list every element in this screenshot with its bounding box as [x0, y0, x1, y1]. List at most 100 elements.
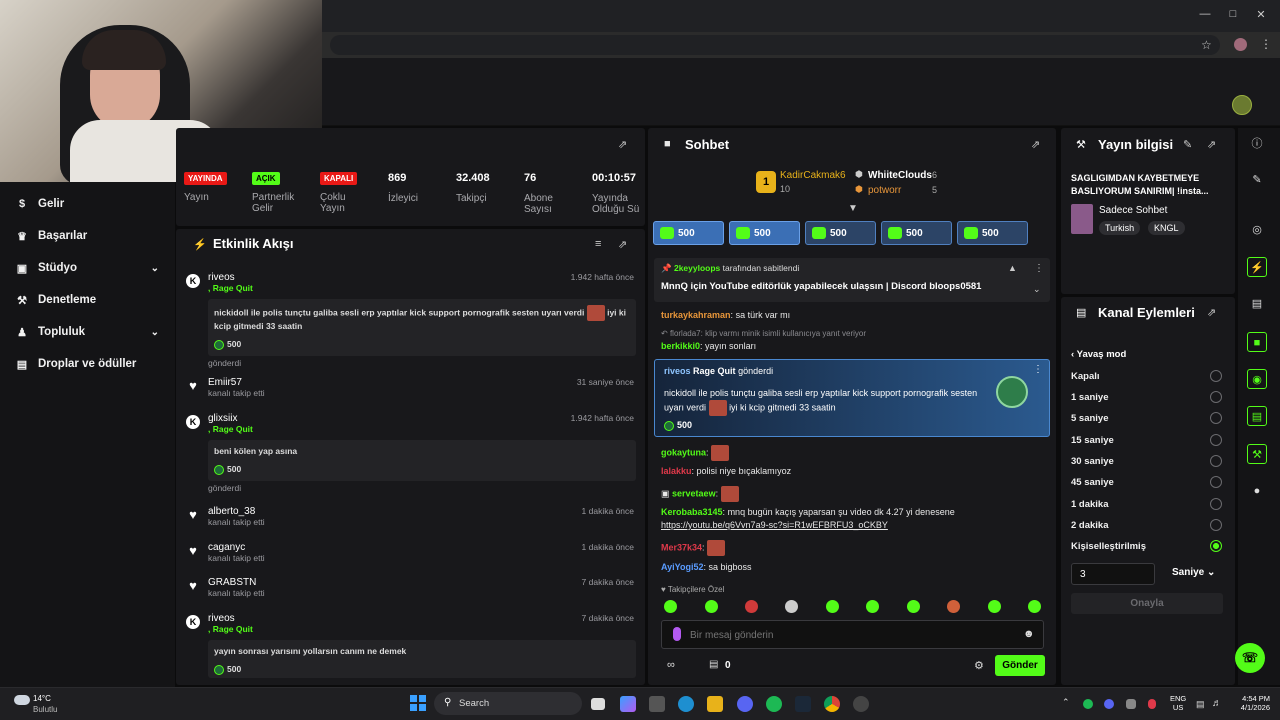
leader-name[interactable]: KadirCakmak6 — [780, 170, 846, 181]
broadcast-icon[interactable]: ◉ — [1247, 369, 1267, 389]
tray-discord-icon[interactable] — [1104, 699, 1114, 709]
volume-icon[interactable]: ♬ — [1212, 698, 1222, 709]
address-bar[interactable] — [330, 35, 1220, 55]
popout-icon[interactable]: ⇗ — [1031, 138, 1040, 151]
chat-settings-icon[interactable]: ∞ — [667, 659, 675, 671]
sidebar-item-gelir[interactable]: $ Gelir — [16, 194, 64, 214]
weather-temp[interactable]: 14°C — [33, 694, 51, 703]
unpin-icon[interactable]: ▲ — [1008, 263, 1017, 273]
stream-tag[interactable]: KNGL — [1148, 221, 1185, 235]
event-username[interactable]: riveos — [208, 613, 636, 624]
event-username[interactable]: caganyc — [208, 542, 636, 553]
slow-mode-option[interactable]: 5 saniye — [1071, 413, 1109, 424]
chrome-icon[interactable] — [824, 696, 840, 712]
leader-name[interactable]: potworr — [868, 185, 901, 196]
task-view-icon[interactable] — [591, 698, 605, 710]
steam-icon[interactable] — [795, 696, 811, 712]
slow-mode-option[interactable]: 1 dakika — [1071, 499, 1109, 510]
stream-info-icon[interactable]: ▤ — [1247, 406, 1267, 426]
lightning-icon[interactable]: ⚡ — [1247, 257, 1267, 277]
radio-button[interactable] — [1210, 391, 1222, 403]
emoji-icon[interactable]: ☻ — [1023, 628, 1035, 640]
store-icon[interactable] — [649, 696, 665, 712]
popout-icon[interactable]: ⇗ — [1207, 306, 1216, 319]
event-username[interactable]: GRABSTN — [208, 577, 636, 588]
emote-icon[interactable] — [907, 600, 920, 613]
pinned-by[interactable]: 2keyyloops — [674, 263, 720, 273]
sidebar-item-basarilar[interactable]: ♛ Başarılar — [16, 226, 87, 246]
emote-icon[interactable] — [866, 600, 879, 613]
info-icon[interactable]: ⓘ — [1247, 134, 1267, 154]
sidebar-item-topluluk[interactable]: ♟ Topluluk ⌄ — [16, 322, 159, 342]
tray-spotify-icon[interactable] — [1083, 699, 1093, 709]
more-icon[interactable]: ⋮ — [1034, 263, 1044, 274]
radio-button[interactable] — [1210, 498, 1222, 510]
slow-mode-option[interactable]: 2 dakika — [1071, 520, 1109, 531]
chat-username[interactable]: AyiYogi52 — [661, 562, 704, 572]
leader-name[interactable]: WhiiteClouds — [868, 170, 932, 181]
gear-icon[interactable]: ⚙ — [974, 659, 984, 672]
radio-button[interactable] — [1210, 476, 1222, 488]
chevron-up-icon[interactable]: ⌃ — [1062, 697, 1070, 708]
chat-input[interactable] — [690, 625, 1010, 645]
slow-mode-option[interactable]: 45 saniye — [1071, 477, 1114, 488]
sidebar-item-studyo[interactable]: ▣ Stüdyo ⌄ — [16, 258, 159, 278]
sidebar-item-droplar[interactable]: ▤ Droplar ve ödüller — [16, 354, 137, 374]
target-icon[interactable]: ◎ — [1247, 220, 1267, 240]
chevron-down-icon[interactable]: ⌄ — [1033, 284, 1041, 295]
minimize-icon[interactable]: — — [1195, 8, 1215, 24]
radio-button[interactable] — [1210, 412, 1222, 424]
more-icon[interactable]: ⋮ — [1033, 364, 1043, 375]
obs-icon[interactable] — [853, 696, 869, 712]
windows-start-icon[interactable] — [410, 695, 426, 711]
popout-icon[interactable]: ⇗ — [1207, 138, 1216, 151]
stream-category[interactable]: Sadece Sohbet — [1099, 205, 1167, 216]
profile-avatar[interactable] — [1234, 38, 1247, 51]
radio-button[interactable] — [1210, 519, 1222, 531]
chat-username[interactable]: turkaykahraman — [661, 310, 731, 320]
menu-icon[interactable]: ⋮ — [1260, 37, 1272, 51]
radio-button[interactable] — [1210, 455, 1222, 467]
gift-chip[interactable]: 500 — [881, 221, 952, 245]
slow-mode-option[interactable]: 15 saniye — [1071, 435, 1114, 446]
gift-chip[interactable]: 500 — [957, 221, 1028, 245]
chat-username[interactable]: Mer37k34 — [661, 542, 702, 552]
network-icon[interactable]: ▤ — [1196, 699, 1205, 710]
sidebar-item-denetleme[interactable]: ⚒ Denetleme — [16, 290, 96, 310]
spotify-icon[interactable] — [766, 696, 782, 712]
popout-icon[interactable]: ⇗ — [618, 238, 627, 251]
custom-slow-mode-input[interactable] — [1071, 563, 1155, 585]
chat-username[interactable]: Kerobaba3145 — [661, 507, 723, 517]
event-username[interactable]: alberto_38 — [208, 506, 636, 517]
users-icon[interactable]: ● — [1247, 481, 1267, 501]
emote-icon[interactable] — [705, 600, 718, 613]
chat-username[interactable]: riveos — [664, 366, 691, 376]
language-indicator[interactable]: ENG US — [1170, 694, 1186, 712]
weather-desc[interactable]: Bulutlu — [33, 705, 57, 714]
user-avatar[interactable] — [1232, 95, 1252, 115]
chat-icon[interactable]: ■ — [1247, 332, 1267, 352]
tray-app-icon[interactable] — [1126, 699, 1136, 709]
stream-tag[interactable]: Turkish — [1099, 221, 1141, 235]
slow-mode-option[interactable]: Kapalı — [1071, 371, 1100, 382]
chat-link[interactable]: https://youtu.be/q6Vvn7a9-sc?si=R1wEFBRF… — [661, 520, 888, 530]
radio-button[interactable] — [1210, 434, 1222, 446]
edit-icon[interactable]: ✎ — [1183, 138, 1192, 151]
chat-username[interactable]: berkikki0 — [661, 341, 700, 351]
maximize-icon[interactable]: □ — [1223, 8, 1243, 24]
emote-icon[interactable] — [1028, 600, 1041, 613]
gift-chip[interactable]: 500 — [805, 221, 876, 245]
gift-chip[interactable]: 500 — [653, 221, 724, 245]
emote-icon[interactable] — [745, 600, 758, 613]
slow-mode-option[interactable]: 30 saniye — [1071, 456, 1114, 467]
close-icon[interactable]: ✕ — [1251, 8, 1271, 24]
support-icon[interactable]: ☏ — [1235, 643, 1265, 673]
mic-icon[interactable] — [673, 627, 681, 641]
pen-icon[interactable]: ✎ — [1247, 170, 1267, 190]
filter-icon[interactable]: ≡ — [595, 238, 601, 250]
send-button[interactable]: Gönder — [995, 655, 1045, 676]
gift-chip[interactable]: 500 — [729, 221, 800, 245]
emote-icon[interactable] — [988, 600, 1001, 613]
event-username[interactable]: Emiir57 — [208, 377, 636, 388]
emote-icon[interactable] — [664, 600, 677, 613]
